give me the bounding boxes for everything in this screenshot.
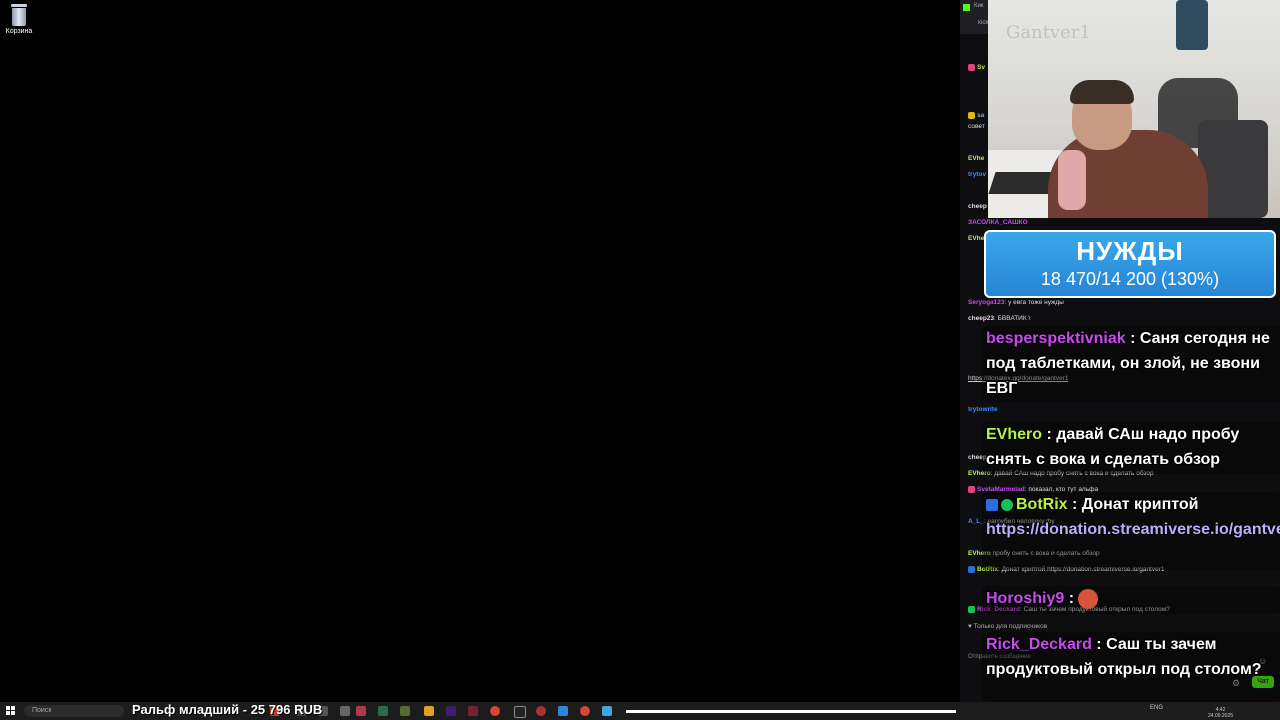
- wall-logo: Gantver1: [1006, 22, 1091, 43]
- folder-icon[interactable]: [424, 706, 434, 716]
- chat-message: EVhe: [968, 155, 985, 162]
- taskbar-app-icon[interactable]: [378, 706, 388, 716]
- desktop: Корзина: [0, 0, 960, 702]
- chat-message: Sv: [968, 64, 985, 71]
- recycle-bin-label: Корзина: [5, 28, 33, 35]
- kick-favicon-icon: [963, 4, 970, 11]
- taskbar-app-icon[interactable]: [536, 706, 546, 716]
- taskbar-app-icon[interactable]: [446, 706, 456, 716]
- taskbar-app-icon[interactable]: [340, 706, 350, 716]
- chat-message: trytowrite: [968, 406, 998, 413]
- windows-start-icon[interactable]: [6, 706, 16, 716]
- taskbar-app-icon[interactable]: [468, 706, 478, 716]
- chat-message: cheep: [968, 203, 987, 210]
- chat-message: совет: [968, 123, 985, 130]
- address-bar[interactable]: kick: [978, 20, 988, 26]
- chat-message: ЗАСОЛКА_САШКО: [968, 219, 1028, 226]
- taskbar: Поиск Ральф младший - 25 796 RUB ENG 4:4…: [0, 702, 1280, 720]
- language-indicator[interactable]: ENG: [1150, 705, 1163, 711]
- ticker-progress-bar: [626, 710, 956, 713]
- verified-icon: [1001, 498, 1013, 511]
- overlay-message: BotRix : Донат криптой https://donation.…: [982, 492, 1280, 570]
- hanging-clothes: [1176, 0, 1208, 50]
- recycle-bin-shortcut[interactable]: Корзина: [4, 4, 34, 35]
- taskbar-app-icon[interactable]: [602, 706, 612, 716]
- browser-tab-title[interactable]: Кик: [974, 3, 983, 9]
- chrome-icon[interactable]: [580, 706, 590, 716]
- chat-message: sa: [968, 112, 984, 119]
- taskbar-app-icon[interactable]: [514, 706, 526, 718]
- donation-ticker: Ральф младший - 25 796 RUB: [132, 702, 323, 717]
- chat-message: Seryoga123: у евга тоже нужды: [968, 299, 1064, 306]
- goal-title: НУЖДЫ: [1076, 236, 1184, 266]
- recycle-bin-icon: [9, 4, 29, 26]
- streamer-arm: [1058, 150, 1086, 210]
- clock[interactable]: 4:42 24.09.2025: [1208, 707, 1233, 719]
- clock-date: 24.09.2025: [1208, 713, 1234, 719]
- taskbar-app-icon[interactable]: [356, 706, 366, 716]
- overlay-message: Rick_Deckard : Саш ты зачем продуктовый …: [982, 632, 1280, 702]
- chat-message: EVhe: [968, 235, 985, 242]
- chat-message: cheep23: БВВАТИК \: [968, 315, 1031, 322]
- chrome-icon[interactable]: [490, 706, 500, 716]
- taskbar-app-icon[interactable]: [558, 706, 568, 716]
- laptop: [988, 172, 1056, 194]
- chat-message: trytov: [968, 171, 987, 178]
- donation-goal: НУЖДЫ 18 470/14 200 (130%): [984, 230, 1276, 298]
- chair-base: [1198, 120, 1268, 218]
- emote-icon: [1078, 588, 1099, 609]
- taskbar-app-icon[interactable]: [400, 706, 410, 716]
- overlay-message: EVhero : давай САш надо пробу снять с во…: [982, 422, 1280, 474]
- overlay-message: Horoshiy9 :: [982, 586, 1280, 614]
- taskbar-search[interactable]: Поиск: [24, 705, 124, 717]
- moderator-icon: [986, 498, 998, 511]
- goal-value: 18 470/14 200 (130%): [1040, 269, 1220, 289]
- subscribers-only-notice: ♥ Только для подписчиков: [968, 623, 1048, 630]
- webcam-feed: Gantver1: [988, 0, 1280, 218]
- streamer-hair: [1070, 80, 1134, 104]
- donation-link[interactable]: https://donation.streamiverse.io/gantver…: [986, 521, 1280, 538]
- overlay-message: besperspektivniak : Саня сегодня не под …: [982, 326, 1280, 402]
